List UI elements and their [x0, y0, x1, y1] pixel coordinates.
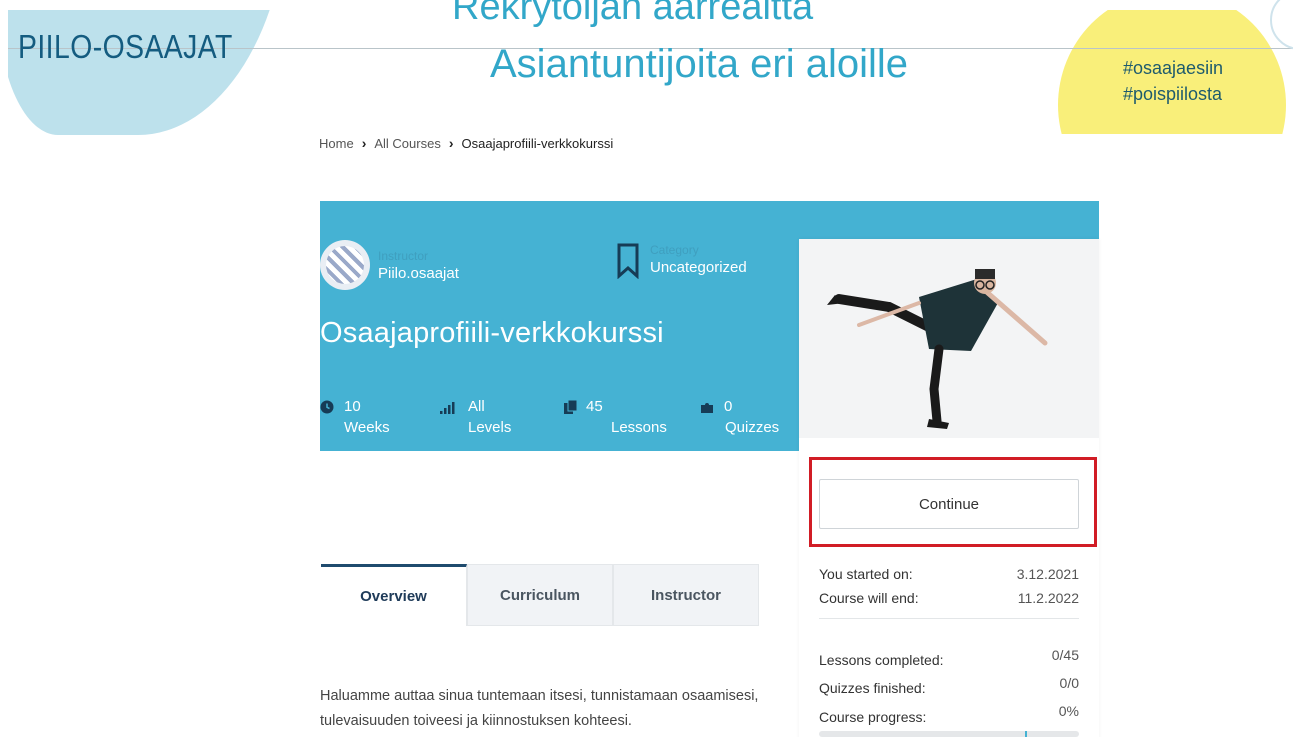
- chevron-right-icon: ›: [448, 135, 454, 151]
- signal-bars-icon: [440, 402, 455, 414]
- quizzes-finished-label: Quizzes finished:: [819, 680, 926, 696]
- banner-headline-top: Rekrytoijan aarreaitta: [452, 0, 814, 28]
- stat-quizzes-value: 0: [724, 398, 733, 415]
- tab-curriculum[interactable]: Curriculum: [467, 564, 613, 626]
- course-description: Haluamme auttaa sinua tuntemaan itsesi, …: [320, 688, 759, 729]
- breadcrumb-all-courses-link[interactable]: All Courses: [374, 136, 440, 151]
- category-label: Category: [650, 243, 699, 257]
- sidebar-divider: [819, 618, 1079, 619]
- course-instructor: Instructor Piilo.osaajat: [320, 240, 459, 290]
- continue-button[interactable]: Continue: [819, 479, 1079, 529]
- dancer-figure-icon: [799, 239, 1099, 438]
- stat-duration-value: 10: [344, 398, 361, 415]
- course-end-value: 11.2.2022: [1017, 590, 1079, 606]
- stat-lessons-value: 45: [586, 398, 603, 415]
- course-category: Category Uncategorized: [616, 243, 747, 279]
- tab-instructor[interactable]: Instructor: [613, 564, 759, 626]
- stat-duration-unit: Weeks: [344, 419, 390, 436]
- files-icon: [564, 400, 578, 414]
- instructor-avatar[interactable]: [320, 240, 370, 290]
- clock-icon: [320, 400, 334, 414]
- breadcrumb-home-link[interactable]: Home: [319, 136, 354, 151]
- course-end-row: Course will end: 11.2.2022: [819, 590, 1079, 606]
- hashtag-poispiilosta: #poispiilosta: [1123, 84, 1223, 104]
- breadcrumb: Home › All Courses › Osaajaprofiili-verk…: [319, 135, 613, 151]
- breadcrumb-current: Osaajaprofiili-verkkokurssi: [461, 135, 614, 151]
- started-on-label: You started on:: [819, 566, 913, 582]
- course-stats: 10 Weeks All Levels 45 Lessons 0 Quizzes: [320, 397, 790, 441]
- course-title: Osaajaprofiili-verkkokurssi: [320, 317, 664, 349]
- started-on-row: You started on: 3.12.2021: [819, 566, 1079, 582]
- tab-overview[interactable]: Overview: [321, 564, 467, 626]
- course-progress-label: Course progress:: [819, 709, 927, 725]
- stat-lessons-unit: Lessons: [611, 419, 667, 436]
- course-progress-row: Course progress: 0%: [819, 703, 1079, 725]
- course-progress-value: 0%: [1058, 703, 1079, 719]
- instructor-label: Instructor: [378, 248, 429, 263]
- chevron-right-icon: ›: [361, 135, 367, 151]
- bookmark-icon: [617, 243, 639, 279]
- course-image: [799, 239, 1099, 438]
- stat-quizzes-unit: Quizzes: [725, 419, 780, 436]
- lessons-completed-row: Lessons completed: 0/45: [819, 647, 1079, 668]
- site-logo[interactable]: PIILO-OSAAJAT: [18, 28, 233, 66]
- course-progress-marker: [1025, 731, 1027, 737]
- lessons-completed-value: 0/45: [1051, 647, 1079, 663]
- stat-level-unit: Levels: [468, 419, 512, 436]
- lessons-completed-label: Lessons completed:: [819, 652, 944, 668]
- started-on-value: 3.12.2021: [1016, 566, 1079, 582]
- quizzes-finished-value: 0/0: [1059, 675, 1079, 691]
- course-tabs: Overview Curriculum Instructor: [321, 564, 759, 626]
- quizzes-finished-row: Quizzes finished: 0/0: [819, 675, 1079, 696]
- banner-hashtags: #osaajaesiin #poispiilosta: [1123, 55, 1223, 107]
- stat-level-value: All: [468, 398, 485, 415]
- category-name[interactable]: Uncategorized: [650, 259, 747, 276]
- course-end-label: Course will end:: [819, 590, 919, 606]
- puzzle-icon: [701, 403, 713, 413]
- header-banner: PIILO-OSAAJAT Rekrytoijan aarreaitta Asi…: [0, 0, 1293, 135]
- hashtag-osaajaesiin: #osaajaesiin: [1123, 58, 1224, 78]
- banner-headline-bottom: Asiantuntijoita eri aloille: [490, 42, 909, 86]
- course-progress-bar: [819, 731, 1079, 737]
- instructor-name[interactable]: Piilo.osaajat: [378, 265, 459, 282]
